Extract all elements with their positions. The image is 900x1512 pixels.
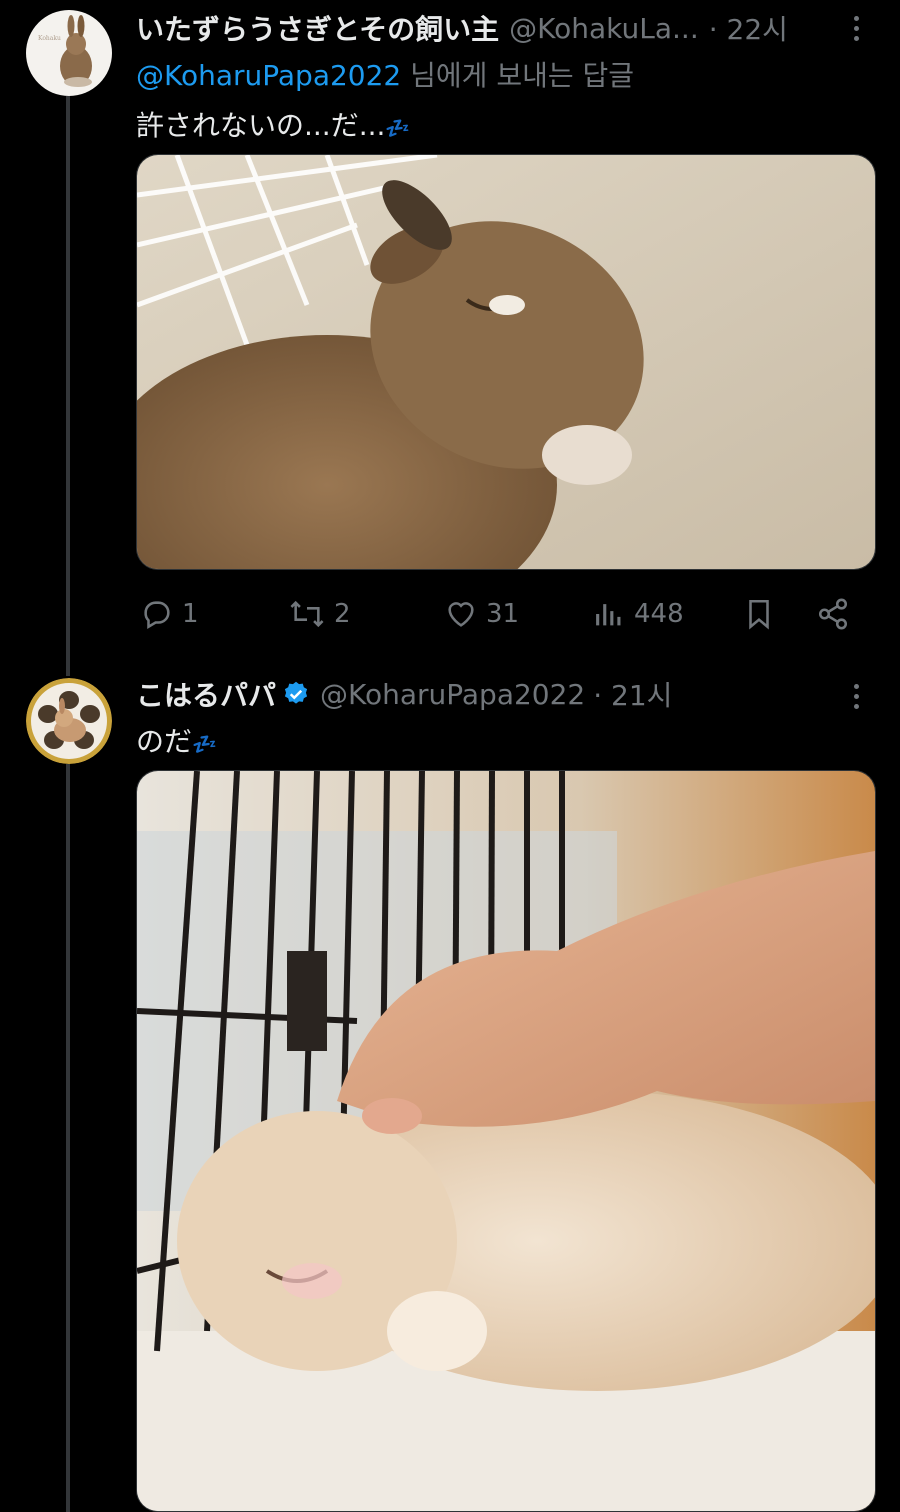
views-button[interactable]: 448 — [592, 592, 684, 636]
user-handle[interactable]: @KoharuPapa2022 — [320, 678, 585, 711]
like-icon — [448, 602, 474, 627]
more-icon[interactable] — [848, 8, 864, 48]
avatar[interactable] — [26, 678, 112, 764]
retweet-button[interactable]: 2 — [288, 592, 351, 636]
tweet-image[interactable] — [136, 770, 876, 1512]
like-button[interactable]: 31 — [444, 592, 519, 636]
like-count: 31 — [486, 599, 520, 629]
views-icon — [596, 604, 621, 626]
tweet-header: こはるパパ @KoharuPapa2022 · 21시 — [136, 674, 672, 714]
user-handle[interactable]: @KohakuLa... — [509, 12, 699, 45]
reply-mention-link[interactable]: @KoharuPapa2022 — [136, 59, 401, 92]
avatar[interactable]: Kohaku — [26, 10, 112, 96]
verified-icon — [282, 680, 310, 708]
reply-count: 1 — [182, 599, 199, 629]
sleeping-emoji: 💤 — [192, 732, 217, 756]
svg-text:Kohaku: Kohaku — [38, 35, 61, 42]
tweet-text: 許されないの...だ...💤 — [136, 104, 410, 144]
timestamp[interactable]: · 21시 — [593, 674, 672, 714]
sleeping-emoji: 💤 — [385, 116, 410, 140]
tweet-header: いたずらうさぎとその飼い主 @KohakuLa... · 22시 — [136, 8, 788, 48]
retweet-icon — [290, 600, 324, 628]
thread-connector-line — [66, 96, 70, 676]
tweet-image[interactable] — [136, 154, 876, 570]
view-count: 448 — [634, 599, 684, 629]
share-icon — [818, 598, 848, 630]
retweet-count: 2 — [334, 599, 351, 629]
tweet-actions: 1 2 31 448 — [136, 592, 866, 636]
timestamp[interactable]: · 22시 — [709, 8, 788, 48]
bookmark-button[interactable] — [742, 592, 776, 636]
thread-connector-line — [66, 764, 70, 1512]
tweet-text: のだ💤 — [136, 720, 217, 760]
more-icon[interactable] — [848, 676, 864, 716]
reply-icon — [144, 601, 170, 630]
display-name[interactable]: こはるパパ — [136, 674, 276, 714]
reply-suffix: 님에게 보내는 답글 — [401, 59, 635, 92]
tweet-body: のだ — [136, 725, 193, 758]
display-name[interactable]: いたずらうさぎとその飼い主 — [136, 8, 499, 48]
replying-to: @KoharuPapa2022 님에게 보내는 답글 — [136, 54, 634, 94]
tweet-body: 許されないの...だ... — [136, 109, 386, 142]
reply-button[interactable]: 1 — [140, 592, 199, 636]
share-button[interactable] — [816, 592, 850, 636]
bookmark-icon — [749, 599, 769, 630]
